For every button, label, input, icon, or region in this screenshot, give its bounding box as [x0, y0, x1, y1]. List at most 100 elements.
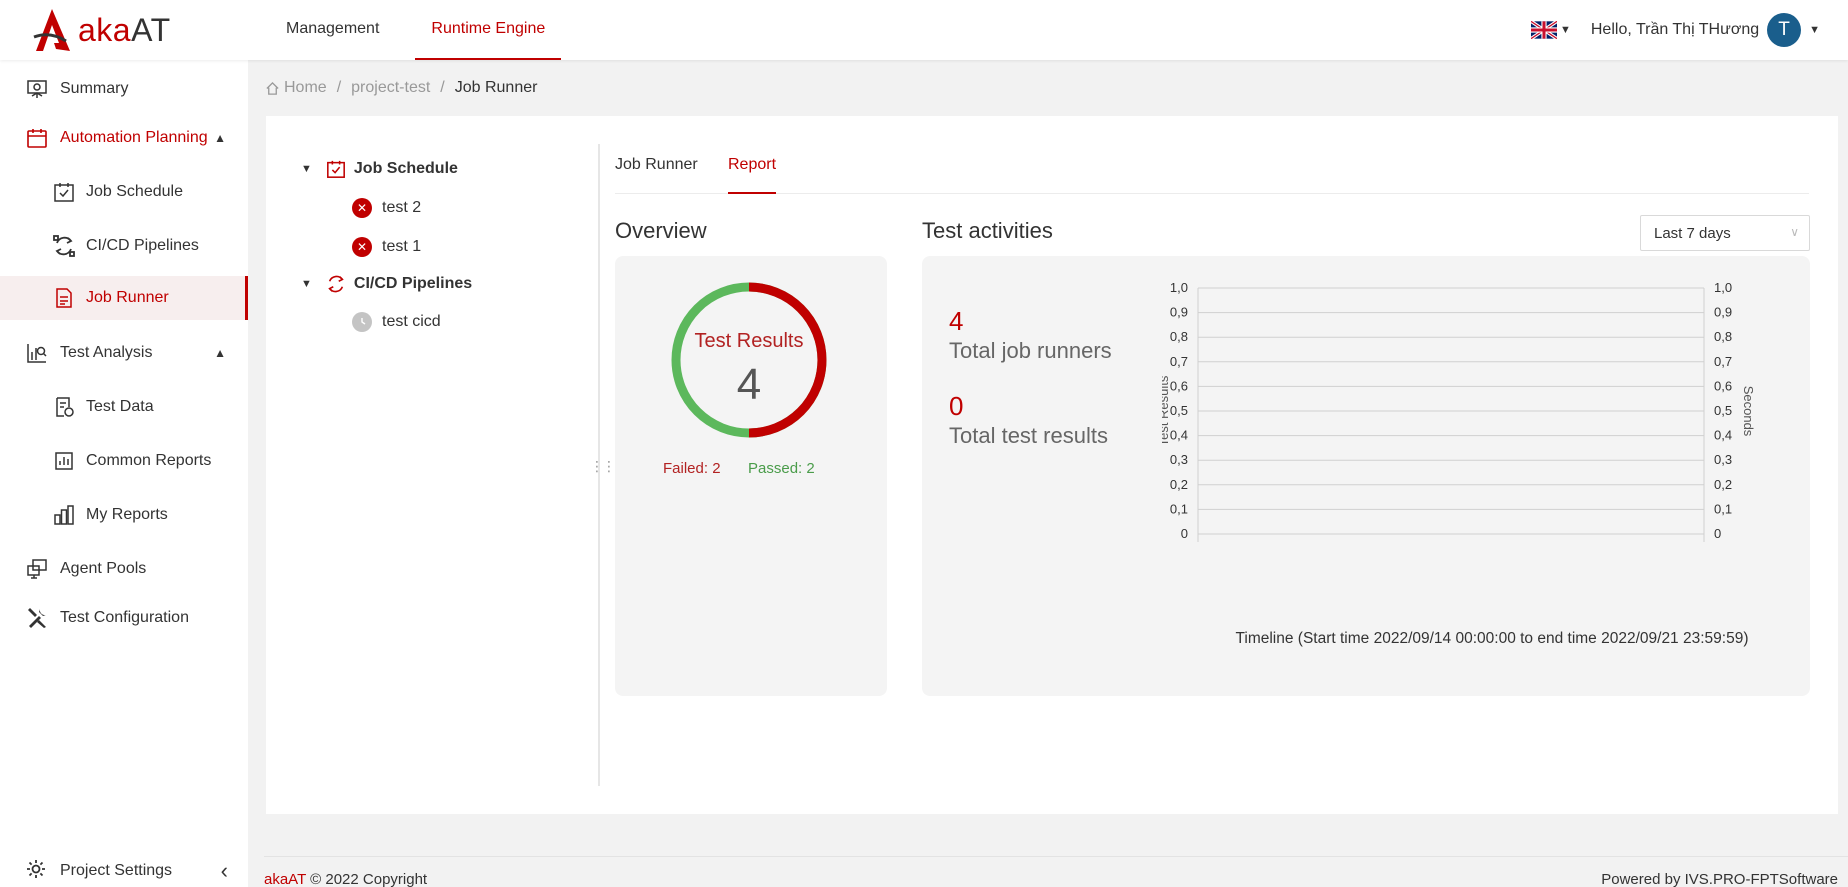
overview-title: Overview [615, 218, 707, 243]
y-tick-label: 0,4 [1170, 428, 1188, 443]
user-menu-chevron-icon[interactable]: ▼ [1809, 24, 1820, 36]
failed-icon: ✕ [352, 198, 372, 218]
tab-bar: Job Runner Report [615, 144, 1809, 194]
y-tick-label: 0,8 [1170, 329, 1188, 344]
drag-handle-icon[interactable]: ⋮⋮ [590, 458, 616, 475]
sidebar-item-summary[interactable]: Summary [0, 67, 248, 111]
sidebar-item-label: Test Analysis [60, 344, 153, 361]
home-icon [265, 81, 280, 96]
y2-tick-label: 0,6 [1714, 378, 1732, 393]
y-tick-label: 0,9 [1170, 305, 1188, 320]
gear-icon [25, 858, 47, 885]
y2-tick-label: 0,1 [1714, 501, 1732, 516]
sidebar-item-label: Common Reports [86, 452, 212, 469]
avatar[interactable]: T [1767, 13, 1802, 47]
collapse-sidebar-icon[interactable]: ‹ [221, 858, 228, 884]
tree-node-label: test cicd [382, 313, 441, 330]
sidebar-item-label: My Reports [86, 506, 168, 523]
page-footer: akaAT © 2022 Copyright Powered by IVS.PR… [264, 856, 1848, 887]
sidebar-item-my-reports[interactable]: My Reports [0, 493, 248, 537]
chevron-down-icon: ▼ [1559, 24, 1571, 36]
tab-job-runner[interactable]: Job Runner [615, 144, 698, 194]
breadcrumb-home[interactable]: Home [284, 79, 327, 97]
sidebar-item-common-reports[interactable]: Common Reports [0, 439, 248, 483]
top-bar: akaAT Management Runtime Engine ▼ Hello,… [0, 0, 1848, 60]
sidebar-item-label: Project Settings [60, 862, 173, 879]
y-tick-label: 1,0 [1170, 280, 1188, 295]
caret-down-icon[interactable]: ▼ [301, 278, 312, 290]
breadcrumb-project[interactable]: project-test [351, 79, 430, 97]
breadcrumb-current: Job Runner [454, 79, 538, 96]
sidebar-item-label: Agent Pools [60, 560, 147, 577]
y2-tick-label: 0 [1714, 526, 1721, 541]
document-icon [52, 286, 76, 310]
sidebar-item-agent-pools[interactable]: Agent Pools [0, 547, 248, 591]
pipeline-cycle-icon [52, 234, 76, 258]
sidebar-item-test-configuration[interactable]: Test Configuration [0, 596, 248, 640]
tree-node-cicd-pipelines[interactable]: ▼ CI/CD Pipelines [301, 274, 472, 294]
tree-node-label: CI/CD Pipelines [353, 275, 473, 292]
bar-chart-icon [52, 449, 76, 473]
breadcrumb: Home / project-test / Job Runner [265, 79, 537, 97]
sidebar-item-project-settings[interactable]: Project Settings ‹ [0, 851, 248, 887]
overview-card: Test Results 4 Failed: 2 Passed: 2 [615, 256, 887, 696]
legend-failed: Failed: 2 [663, 460, 721, 477]
tree-node-job-schedule[interactable]: ▼ Job Schedule [301, 159, 458, 179]
sidebar-item-label: Job Schedule [86, 183, 183, 200]
timeline-caption: Timeline (Start time 2022/09/14 00:00:00… [1235, 630, 1749, 647]
tree-node-test2[interactable]: ✕ test 2 [352, 198, 421, 218]
sidebar-item-label: Test Configuration [60, 609, 189, 626]
sidebar: Summary Automation Planning ▲ Job Schedu… [0, 60, 248, 887]
y-tick-label: 0,1 [1170, 501, 1188, 516]
y-tick-label: 0 [1181, 526, 1188, 541]
total-test-results-value: 0 [949, 391, 964, 421]
y2-tick-label: 0,5 [1714, 403, 1732, 418]
job-tree: ▼ Job Schedule ✕ test 2 ✕ test 1 ▼ CI/CD… [266, 116, 598, 814]
y-tick-label: 0,6 [1170, 378, 1188, 393]
bar-chart-icon [52, 503, 76, 527]
caret-down-icon[interactable]: ▼ [301, 163, 312, 175]
tree-node-label: test 1 [382, 238, 422, 255]
sidebar-item-job-schedule[interactable]: Job Schedule [0, 170, 248, 214]
sidebar-item-test-data[interactable]: Test Data [0, 385, 248, 429]
app-logo[interactable]: akaAT [32, 6, 171, 54]
tree-node-test1[interactable]: ✕ test 1 [352, 237, 421, 257]
sidebar-item-cicd-pipelines[interactable]: CI/CD Pipelines [0, 224, 248, 268]
total-job-runners-label: Total job runners [949, 338, 1112, 363]
uk-flag-icon [1530, 21, 1557, 39]
presentation-chart-icon [25, 77, 49, 101]
y2-tick-label: 0,4 [1714, 428, 1732, 443]
clock-icon [352, 312, 372, 332]
y-tick-label: 0,2 [1170, 477, 1188, 492]
total-job-runners-value: 4 [949, 306, 964, 336]
date-range-value: Last 7 days [1654, 224, 1731, 242]
chevron-up-icon: ▲ [214, 346, 226, 360]
language-selector[interactable]: ▼ [1530, 21, 1571, 39]
breadcrumb-separator: / [336, 79, 342, 96]
footer-brand[interactable]: akaAT [264, 871, 306, 887]
sidebar-item-label: Test Data [86, 398, 154, 415]
y2-tick-label: 0,3 [1714, 452, 1732, 467]
date-range-select[interactable]: Last 7 days ∨ [1640, 215, 1810, 251]
nav-management[interactable]: Management [270, 0, 395, 60]
monitors-icon [25, 557, 49, 581]
tab-report[interactable]: Report [728, 144, 777, 194]
chevron-down-icon: ∨ [1790, 225, 1799, 239]
y-axis-title: Test Results [1162, 375, 1171, 446]
chevron-up-icon: ▲ [214, 131, 226, 145]
sidebar-item-automation-planning[interactable]: Automation Planning ▲ [0, 116, 248, 160]
sidebar-item-job-runner[interactable]: Job Runner [0, 276, 248, 320]
y-tick-label: 0,5 [1170, 403, 1188, 418]
nav-runtime-engine[interactable]: Runtime Engine [415, 0, 562, 60]
breadcrumb-separator: / [440, 79, 445, 96]
total-test-results-label: Total test results [949, 423, 1108, 448]
tree-node-label: test 2 [382, 199, 422, 216]
calendar-check-icon [326, 159, 346, 179]
donut-total: 4 [736, 360, 762, 409]
top-nav: Management Runtime Engine [270, 0, 581, 60]
sidebar-item-test-analysis[interactable]: Test Analysis ▲ [0, 331, 248, 375]
tree-node-test-cicd[interactable]: test cicd [352, 312, 441, 332]
y2-tick-label: 0,8 [1714, 329, 1732, 344]
document-settings-icon [52, 395, 76, 419]
donut-label: Test Results [694, 330, 804, 352]
